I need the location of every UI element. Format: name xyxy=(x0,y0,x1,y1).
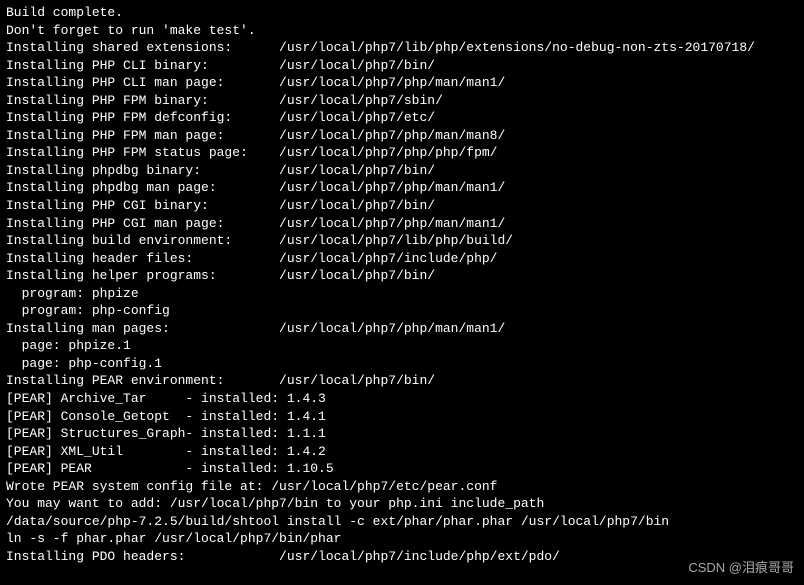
watermark-text: CSDN @泪痕哥哥 xyxy=(688,559,794,577)
terminal-line: page: phpize.1 xyxy=(6,337,798,355)
terminal-line: Installing PHP CLI man page: /usr/local/… xyxy=(6,74,798,92)
terminal-line: Installing PHP FPM status page: /usr/loc… xyxy=(6,144,798,162)
terminal-line: [PEAR] Archive_Tar - installed: 1.4.3 xyxy=(6,390,798,408)
terminal-line: Build complete. xyxy=(6,4,798,22)
terminal-line: program: phpize xyxy=(6,285,798,303)
terminal-line: Installing PEAR environment: /usr/local/… xyxy=(6,372,798,390)
terminal-line: Wrote PEAR system config file at: /usr/l… xyxy=(6,478,798,496)
terminal-line: Installing PDO headers: /usr/local/php7/… xyxy=(6,548,798,566)
terminal-line: Installing PHP FPM defconfig: /usr/local… xyxy=(6,109,798,127)
terminal-line: ln -s -f phar.phar /usr/local/php7/bin/p… xyxy=(6,530,798,548)
terminal-output: Build complete.Don't forget to run 'make… xyxy=(6,4,798,566)
terminal-line: Installing PHP CGI binary: /usr/local/ph… xyxy=(6,197,798,215)
terminal-line: page: php-config.1 xyxy=(6,355,798,373)
terminal-line: Installing phpdbg binary: /usr/local/php… xyxy=(6,162,798,180)
terminal-line: Installing PHP CGI man page: /usr/local/… xyxy=(6,215,798,233)
terminal-line: Installing man pages: /usr/local/php7/ph… xyxy=(6,320,798,338)
terminal-line: [PEAR] Structures_Graph- installed: 1.1.… xyxy=(6,425,798,443)
terminal-line: Installing build environment: /usr/local… xyxy=(6,232,798,250)
terminal-line: Installing PHP FPM man page: /usr/local/… xyxy=(6,127,798,145)
terminal-line: Installing helper programs: /usr/local/p… xyxy=(6,267,798,285)
terminal-line: program: php-config xyxy=(6,302,798,320)
terminal-line: /data/source/php-7.2.5/build/shtool inst… xyxy=(6,513,798,531)
terminal-line: Installing shared extensions: /usr/local… xyxy=(6,39,798,57)
terminal-line: Installing PHP FPM binary: /usr/local/ph… xyxy=(6,92,798,110)
terminal-line: [PEAR] PEAR - installed: 1.10.5 xyxy=(6,460,798,478)
terminal-line: Installing header files: /usr/local/php7… xyxy=(6,250,798,268)
terminal-line: Don't forget to run 'make test'. xyxy=(6,22,798,40)
terminal-line: [PEAR] XML_Util - installed: 1.4.2 xyxy=(6,443,798,461)
terminal-line: Installing PHP CLI binary: /usr/local/ph… xyxy=(6,57,798,75)
terminal-line: Installing phpdbg man page: /usr/local/p… xyxy=(6,179,798,197)
terminal-line: You may want to add: /usr/local/php7/bin… xyxy=(6,495,798,513)
terminal-line: [PEAR] Console_Getopt - installed: 1.4.1 xyxy=(6,408,798,426)
